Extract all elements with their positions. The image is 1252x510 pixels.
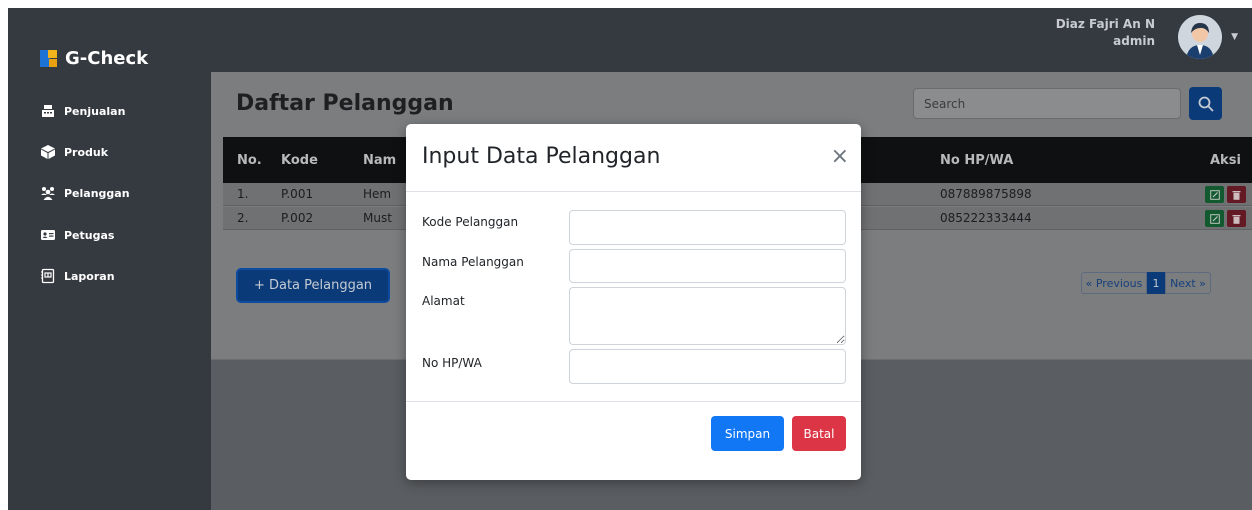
cell-hp: 085222333444 <box>940 211 1032 225</box>
close-icon[interactable]: × <box>831 144 849 170</box>
no-hp-input[interactable] <box>569 349 846 384</box>
cell-kode: P.001 <box>281 187 314 201</box>
cancel-button[interactable]: Batal <box>792 416 846 451</box>
search-button[interactable] <box>1189 87 1222 120</box>
field-label-kode: Kode Pelanggan <box>422 215 519 229</box>
cell-hp: 087889875898 <box>940 187 1032 201</box>
modal-footer-divider <box>406 401 861 402</box>
sidebar-item-produk[interactable]: Produk <box>40 141 108 163</box>
kode-pelanggan-input[interactable] <box>569 210 846 245</box>
nama-pelanggan-input[interactable] <box>569 249 846 283</box>
sidebar-item-label: Pelanggan <box>64 186 130 200</box>
field-label-nama: Nama Pelanggan <box>422 255 524 269</box>
sidebar-item-petugas[interactable]: Petugas <box>40 224 114 246</box>
user-role: admin <box>1113 34 1155 48</box>
column-header-nama: Nam <box>363 152 397 168</box>
edit-button[interactable] <box>1205 186 1224 203</box>
column-header-kode: Kode <box>281 152 318 168</box>
page-title: Daftar Pelanggan <box>236 91 454 116</box>
save-button[interactable]: Simpan <box>711 416 784 451</box>
column-header-aksi: Aksi <box>1210 152 1241 168</box>
trash-icon <box>1232 214 1241 224</box>
box-icon <box>40 144 56 160</box>
cell-nama: Hem <box>363 187 392 201</box>
sidebar-item-label: Penjualan <box>64 104 126 118</box>
user-info[interactable]: Diaz Fajri An N admin <box>1056 16 1155 50</box>
modal-title: Input Data Pelanggan <box>422 144 661 169</box>
column-header-hp: No HP/WA <box>940 152 1014 168</box>
search-icon <box>1198 96 1213 111</box>
delete-button[interactable] <box>1227 210 1246 227</box>
top-bar: Diaz Fajri An N admin ▼ <box>211 8 1252 72</box>
sidebar-item-label: Petugas <box>64 228 115 242</box>
sidebar-item-penjualan[interactable]: Penjualan <box>40 100 125 122</box>
cell-no: 2. <box>237 211 249 225</box>
sidebar: G-Check Penjualan Produk Pelanggan Petug <box>8 8 211 510</box>
cell-kode: P.002 <box>281 211 314 225</box>
pagination: « Previous 1 Next » <box>1081 272 1211 294</box>
delete-button[interactable] <box>1227 186 1246 203</box>
cash-register-icon <box>40 103 56 119</box>
column-header-no: No. <box>237 152 262 168</box>
app-window: G-Check Penjualan Produk Pelanggan Petug <box>8 8 1252 510</box>
search-input[interactable] <box>913 88 1181 119</box>
trash-icon <box>1232 190 1241 200</box>
avatar[interactable] <box>1178 15 1222 59</box>
user-name: Diaz Fajri An N <box>1055 17 1155 31</box>
modal-header-divider <box>406 191 861 192</box>
alamat-textarea[interactable] <box>569 287 846 345</box>
edit-button[interactable] <box>1205 210 1224 227</box>
sidebar-item-pelanggan[interactable]: Pelanggan <box>40 182 130 204</box>
field-label-alamat: Alamat <box>422 294 465 308</box>
id-card-icon <box>40 227 56 243</box>
pagination-previous[interactable]: « Previous <box>1081 272 1147 294</box>
users-icon <box>40 185 56 201</box>
chevron-down-icon[interactable]: ▼ <box>1231 32 1238 42</box>
edit-icon <box>1209 189 1220 200</box>
brand-name: G-Check <box>65 47 149 69</box>
brand-logo-icon <box>40 49 57 67</box>
cell-nama: Must <box>363 211 392 225</box>
sidebar-item-label: Laporan <box>64 269 115 283</box>
pagination-page-1[interactable]: 1 <box>1147 272 1165 294</box>
edit-icon <box>1209 213 1220 224</box>
pagination-next[interactable]: Next » <box>1165 272 1211 294</box>
brand[interactable]: G-Check <box>40 45 148 71</box>
input-customer-modal: Input Data Pelanggan × Kode Pelanggan Na… <box>406 124 861 480</box>
sidebar-item-laporan[interactable]: Laporan <box>40 265 115 287</box>
cell-no: 1. <box>237 187 249 201</box>
add-customer-button[interactable]: + Data Pelanggan <box>236 268 390 303</box>
sidebar-item-label: Produk <box>64 145 109 159</box>
field-label-hp: No HP/WA <box>422 356 482 370</box>
report-icon <box>40 268 56 284</box>
